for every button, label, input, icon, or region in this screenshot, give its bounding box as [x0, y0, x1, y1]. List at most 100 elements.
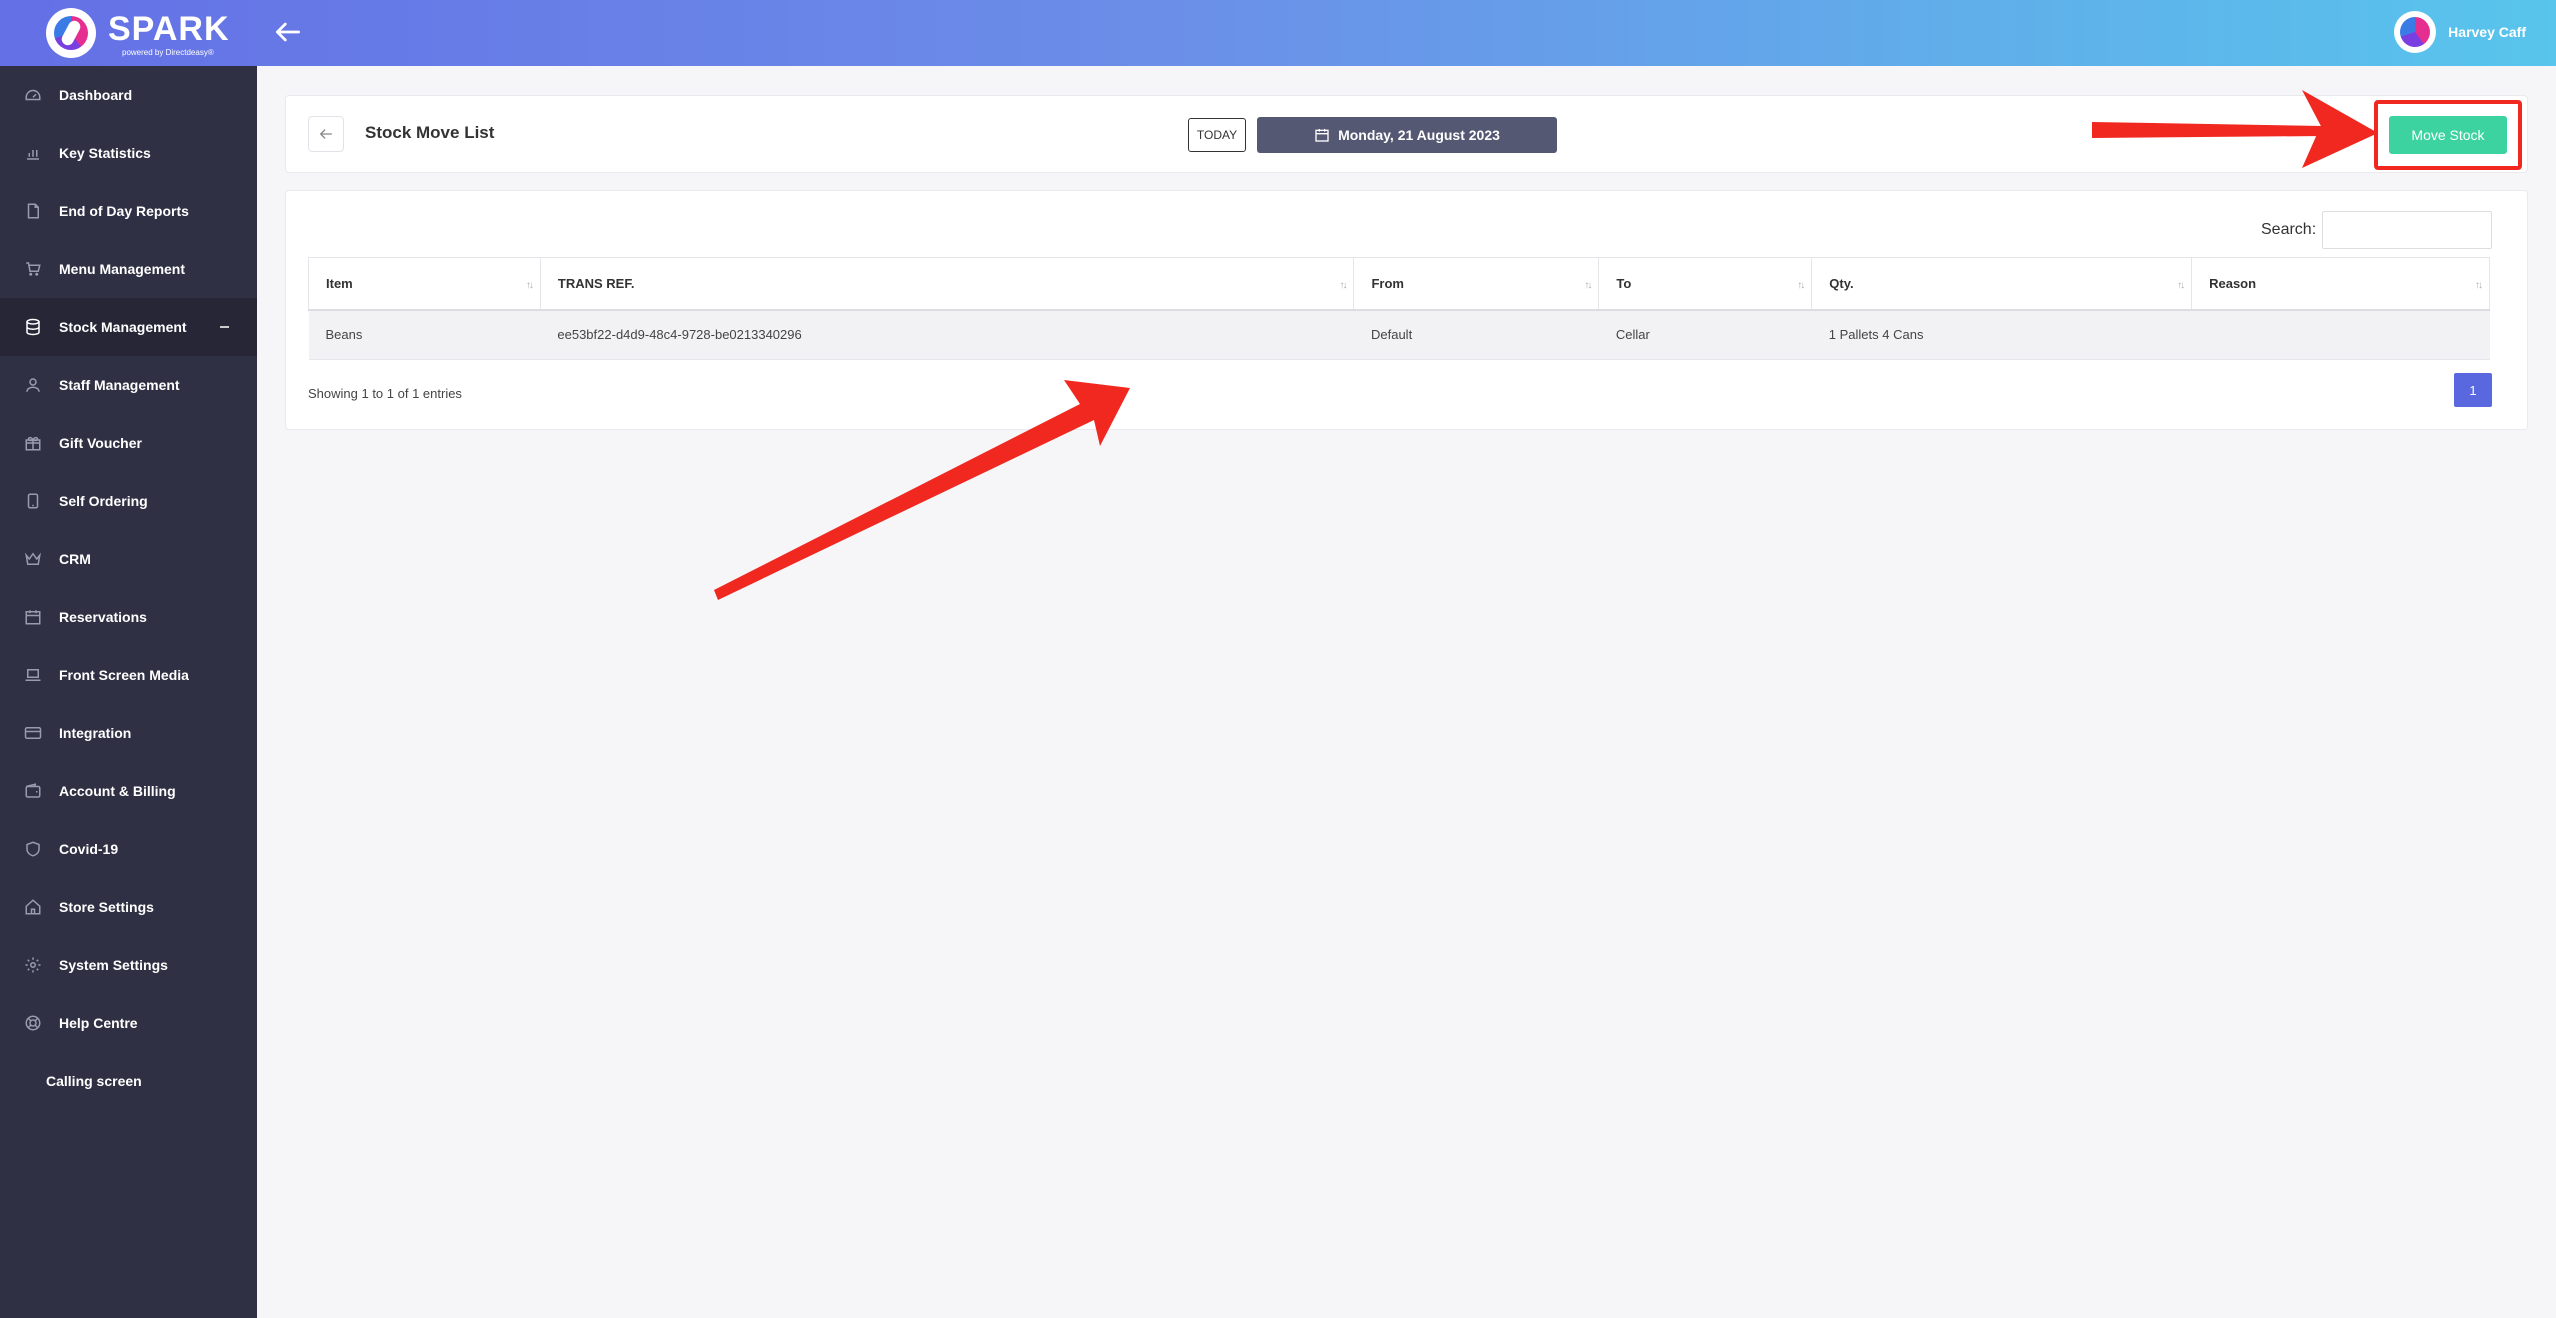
sidebar-item-label: Account & Billing: [59, 783, 176, 799]
stock-move-table-card: Search: Item ↑↓ TRANS REF. ↑↓ From ↑↓ To ↑↓ …: [285, 190, 2528, 430]
sidebar-item-account-billing[interactable]: Account & Billing: [0, 762, 257, 820]
sidebar-item-label: Covid-19: [59, 841, 119, 857]
column-header-trans-ref[interactable]: TRANS REF. ↑↓: [539, 257, 1355, 311]
column-header-item[interactable]: Item ↑↓: [308, 257, 541, 311]
sidebar-item-label: Front Screen Media: [59, 667, 189, 683]
card-icon: [24, 727, 42, 739]
brand-name: SPARK: [108, 10, 230, 48]
search-label: Search:: [2261, 221, 2317, 238]
pagination-page-1[interactable]: 1: [2454, 373, 2492, 407]
sidebar-item-self-ordering[interactable]: Self Ordering: [0, 472, 257, 530]
crown-icon: [25, 552, 41, 565]
today-button[interactable]: TODAY: [1188, 118, 1246, 152]
column-header-to[interactable]: To ↑↓: [1598, 257, 1813, 311]
tablet-icon: [27, 493, 39, 509]
back-button[interactable]: [308, 116, 344, 152]
sidebar-item-calling-screen[interactable]: Calling screen: [0, 1052, 257, 1110]
brand-tagline: powered by Directdeasy®: [122, 48, 214, 57]
calendar-icon: [25, 610, 41, 625]
column-label: Qty.: [1829, 275, 1854, 291]
laptop-icon: [25, 669, 41, 681]
column-label: To: [1616, 275, 1632, 291]
sidebar-toggle-back-icon[interactable]: [272, 16, 304, 48]
top-bar: SPARK powered by Directdeasy® Harvey Caf…: [0, 0, 2556, 66]
shield-icon: [26, 841, 40, 857]
gear-icon: [25, 957, 41, 973]
spark-logo[interactable]: SPARK powered by Directdeasy®: [46, 6, 229, 60]
move-stock-button[interactable]: Move Stock: [2389, 116, 2507, 154]
date-label: Monday, 21 August 2023: [1338, 127, 1500, 143]
cell-from: Default: [1353, 309, 1599, 360]
user-name: Harvey Caff: [2448, 24, 2526, 40]
gift-icon: [25, 436, 41, 451]
wallet-icon: [25, 783, 41, 798]
collapse-minus-icon[interactable]: [220, 326, 229, 328]
sort-arrows-icon: ↑↓: [1339, 280, 1347, 291]
sidebar-item-crm[interactable]: CRM: [0, 530, 257, 588]
sidebar-item-label: Stock Management: [59, 319, 187, 335]
page-header-card: Stock Move List TODAY Monday, 21 August …: [285, 95, 2528, 173]
sidebar-item-covid-19[interactable]: Covid-19: [0, 820, 257, 878]
bar-chart-icon: [27, 150, 39, 160]
sidebar-item-store-settings[interactable]: Store Settings: [0, 878, 257, 936]
sidebar-item-label: Gift Voucher: [59, 435, 142, 451]
sidebar-item-label: Key Statistics: [59, 145, 151, 161]
sidebar-item-label: Self Ordering: [59, 493, 148, 509]
sidebar: Dashboard Key Statistics End of Day Repo…: [0, 66, 257, 1318]
database-icon: [26, 318, 40, 336]
sidebar-item-gift-voucher[interactable]: Gift Voucher: [0, 414, 257, 472]
cell-to: Cellar: [1598, 309, 1812, 360]
avatar: [2394, 11, 2437, 53]
user-icon: [26, 378, 40, 392]
table-info: Showing 1 to 1 of 1 entries: [308, 386, 462, 401]
sidebar-item-front-screen-media[interactable]: Front Screen Media: [0, 646, 257, 704]
dashboard-icon: [25, 89, 41, 101]
sidebar-item-staff-management[interactable]: Staff Management: [0, 356, 257, 414]
sidebar-item-label: Dashboard: [59, 87, 133, 103]
sidebar-item-stock-management[interactable]: Stock Management: [0, 298, 257, 356]
search-input[interactable]: [2322, 211, 2492, 249]
column-header-qty[interactable]: Qty. ↑↓: [1811, 257, 2193, 311]
user-menu[interactable]: Harvey Caff: [2394, 10, 2526, 54]
report-icon: [27, 203, 39, 219]
column-header-from[interactable]: From ↑↓: [1353, 257, 1600, 311]
date-picker-button[interactable]: Monday, 21 August 2023: [1257, 117, 1557, 153]
sort-arrows-icon: ↑↓: [1584, 280, 1592, 291]
sidebar-item-label: CRM: [59, 551, 91, 567]
sidebar-item-label: Calling screen: [46, 1073, 142, 1089]
column-label: TRANS REF.: [557, 275, 635, 291]
sidebar-item-integration[interactable]: Integration: [0, 704, 257, 762]
sidebar-item-label: Integration: [59, 725, 132, 741]
column-label: From: [1371, 275, 1404, 291]
sidebar-item-menu-management[interactable]: Menu Management: [0, 240, 257, 298]
lifebuoy-icon: [25, 1015, 41, 1031]
sort-arrows-icon: ↑↓: [2177, 280, 2185, 291]
column-label: Item: [326, 275, 353, 291]
page-title: Stock Move List: [365, 123, 495, 142]
sort-arrows-icon: ↑↓: [2475, 280, 2483, 291]
home-icon: [25, 899, 41, 915]
logo-mark-icon: [46, 8, 96, 58]
sidebar-item-reservations[interactable]: Reservations: [0, 588, 257, 646]
sidebar-item-label: System Settings: [59, 957, 168, 973]
cell-reason: [2191, 309, 2490, 360]
sidebar-item-label: Store Settings: [59, 899, 154, 915]
cell-item: Beans: [308, 309, 541, 360]
stock-move-table: Item ↑↓ TRANS REF. ↑↓ From ↑↓ To ↑↓ Qty. ↑↓ R…: [308, 257, 2490, 360]
sidebar-item-label: Reservations: [59, 609, 147, 625]
sort-arrows-icon: ↑↓: [1797, 280, 1805, 291]
sidebar-item-system-settings[interactable]: System Settings: [0, 936, 257, 994]
table-header-row: Item ↑↓ TRANS REF. ↑↓ From ↑↓ To ↑↓ Qty. ↑↓ R…: [308, 257, 2490, 311]
sidebar-item-help-centre[interactable]: Help Centre: [0, 994, 257, 1052]
sidebar-item-label: Help Centre: [59, 1015, 138, 1031]
cell-qty: 1 Pallets 4 Cans: [1811, 309, 2192, 360]
cart-icon: [26, 262, 41, 276]
table-row[interactable]: Beans ee53bf22-d4d9-48c4-9728-be02133402…: [308, 309, 2490, 360]
sidebar-item-dashboard[interactable]: Dashboard: [0, 66, 257, 124]
column-header-reason[interactable]: Reason ↑↓: [2191, 257, 2490, 311]
sidebar-item-end-of-day-reports[interactable]: End of Day Reports: [0, 182, 257, 240]
column-label: Reason: [2209, 275, 2257, 291]
cell-trans-ref: ee53bf22-d4d9-48c4-9728-be0213340296: [540, 309, 1354, 360]
arrow-left-icon: [320, 129, 332, 139]
sidebar-item-key-statistics[interactable]: Key Statistics: [0, 124, 257, 182]
